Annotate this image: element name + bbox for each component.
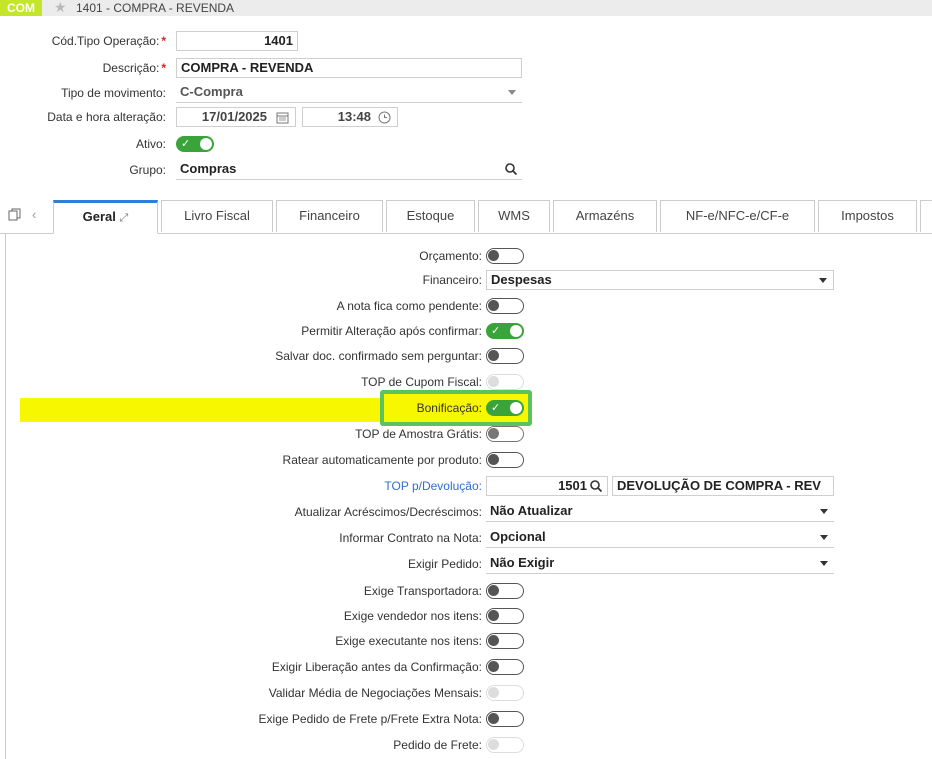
pedido-frete-toggle[interactable] <box>486 737 524 753</box>
data-input[interactable]: 17/01/2025 <box>176 107 296 127</box>
salvar-doc-toggle[interactable] <box>486 348 524 364</box>
expand-icon[interactable]: ⤢ <box>120 212 129 224</box>
exige-vendedor-label: Exige vendedor nos itens: <box>343 609 482 623</box>
exigir-pedido-label: Exigir Pedido: <box>407 557 482 571</box>
descricao-input[interactable]: COMPRA - REVENDA <box>176 58 522 78</box>
exige-pedido-frete-label: Exige Pedido de Frete p/Frete Extra Nota… <box>258 712 482 726</box>
exigir-pedido-select[interactable]: Não Exigir <box>486 554 834 574</box>
hora-value: 13:48 <box>337 109 371 124</box>
exige-vendedor-toggle[interactable] <box>486 608 524 624</box>
hora-input[interactable]: 13:48 <box>302 107 398 127</box>
tab-geral[interactable]: Geral ⤢ <box>53 200 158 234</box>
search-icon[interactable] <box>589 479 603 493</box>
informar-contrato-label: Informar Contrato na Nota: <box>339 531 482 545</box>
tab-impostos[interactable]: Impostos <box>818 200 917 232</box>
clock-icon[interactable] <box>378 111 391 124</box>
tipo-mov-value: C-Compra <box>180 84 243 99</box>
grupo-value: Compras <box>180 161 237 176</box>
tab-estoque[interactable]: Estoque <box>386 200 475 232</box>
permitir-alteracao-toggle[interactable]: ✓ <box>486 323 524 339</box>
chevron-down-icon <box>819 278 827 283</box>
pedido-frete-label: Pedido de Frete: <box>393 738 482 752</box>
financeiro-value: Despesas <box>491 272 552 287</box>
cod-tipo-label: Cód.Tipo Operação: * <box>51 34 166 48</box>
ratear-label: Ratear automaticamente por produto: <box>282 453 482 467</box>
ratear-toggle[interactable] <box>486 452 524 468</box>
atualizar-acresc-value: Não Atualizar <box>490 503 573 518</box>
grupo-input[interactable]: Compras <box>176 160 522 180</box>
chevron-left-icon[interactable]: ‹ <box>32 207 36 222</box>
exigir-liberacao-toggle[interactable] <box>486 659 524 675</box>
exigir-liberacao-label: Exigir Liberação antes da Confirmação: <box>271 660 482 674</box>
chevron-down-icon <box>820 535 828 540</box>
top-amostra-label: TOP de Amostra Grátis: <box>355 427 482 441</box>
top-cupom-label: TOP de Cupom Fiscal: <box>361 375 482 389</box>
atualizar-acresc-select[interactable]: Não Atualizar <box>486 502 834 522</box>
exige-executante-toggle[interactable] <box>486 633 524 649</box>
tab-nfe[interactable]: NF-e/NFC-e/CF-e <box>660 200 815 232</box>
window-title: 1401 - COMPRA - REVENDA <box>76 1 235 15</box>
check-icon: ✓ <box>491 402 501 414</box>
orcamento-label: Orçamento: <box>419 249 482 263</box>
exigir-pedido-value: Não Exigir <box>490 555 555 570</box>
data-value: 17/01/2025 <box>201 109 267 124</box>
grupo-label: Grupo: <box>129 163 166 177</box>
salvar-doc-label: Salvar doc. confirmado sem perguntar: <box>275 349 482 363</box>
exige-pedido-frete-toggle[interactable] <box>486 711 524 727</box>
window-titlebar: COM ★ 1401 - COMPRA - REVENDA <box>0 0 932 16</box>
tab-bar: ‹ Geral ⤢ Livro Fiscal Financeiro Estoqu… <box>0 200 932 234</box>
exige-transportadora-toggle[interactable] <box>486 583 524 599</box>
top-cupom-toggle[interactable] <box>486 374 524 390</box>
permitir-alteracao-label: Permitir Alteração após confirmar: <box>301 324 482 338</box>
tab-wms[interactable]: WMS <box>478 200 550 232</box>
bonificacao-toggle[interactable]: ✓ <box>486 400 524 416</box>
informar-contrato-select[interactable]: Opcional <box>486 528 834 548</box>
search-icon[interactable] <box>504 162 518 176</box>
module-badge: COM <box>0 0 42 16</box>
chevron-down-icon <box>820 561 828 566</box>
tab-livro-fiscal[interactable]: Livro Fiscal <box>161 200 273 232</box>
star-icon[interactable]: ★ <box>54 0 67 15</box>
panel-border <box>5 233 6 759</box>
financeiro-select[interactable]: Despesas <box>486 270 834 290</box>
nota-pendente-toggle[interactable] <box>486 298 524 314</box>
calendar-icon[interactable] <box>276 111 289 124</box>
top-devolucao-label[interactable]: TOP p/Devolução: <box>384 478 482 494</box>
tipo-mov-label: Tipo de movimento: <box>61 86 166 100</box>
validar-media-toggle[interactable] <box>486 685 524 701</box>
exige-executante-label: Exige executante nos itens: <box>335 634 482 648</box>
tab-more[interactable] <box>920 200 932 232</box>
ativo-label: Ativo: <box>135 137 166 151</box>
atualizar-acresc-label: Atualizar Acréscimos/Decréscimos: <box>294 505 482 519</box>
descricao-label: Descrição: * <box>102 61 166 75</box>
top-amostra-toggle[interactable] <box>486 426 524 442</box>
highlight-bar <box>20 398 386 422</box>
informar-contrato-value: Opcional <box>490 529 546 544</box>
chevron-down-icon <box>820 509 828 514</box>
financeiro-label: Financeiro: <box>422 273 482 287</box>
nota-pendente-label: A nota fica como pendente: <box>336 299 482 313</box>
cod-tipo-input[interactable]: 1401 <box>176 31 298 51</box>
top-devolucao-desc-input[interactable]: DEVOLUÇÃO DE COMPRA - REV <box>612 476 834 496</box>
check-icon: ✓ <box>181 138 191 150</box>
tab-armazens[interactable]: Armazéns <box>553 200 657 232</box>
check-icon: ✓ <box>491 325 501 337</box>
chevron-down-icon <box>508 90 516 95</box>
ativo-toggle[interactable]: ✓ <box>176 136 214 152</box>
top-devolucao-code-input[interactable]: 1501 <box>486 476 608 496</box>
top-devolucao-code: 1501 <box>558 478 587 493</box>
validar-media-label: Validar Média de Negociações Mensais: <box>268 686 482 700</box>
tipo-mov-select[interactable]: C-Compra <box>176 83 522 103</box>
copy-icon[interactable] <box>8 208 21 221</box>
tab-financeiro[interactable]: Financeiro <box>276 200 383 232</box>
exige-transportadora-label: Exige Transportadora: <box>363 584 482 598</box>
bonificacao-label: Bonificação: <box>416 400 482 416</box>
orcamento-toggle[interactable] <box>486 248 524 264</box>
data-label: Data e hora alteração: <box>47 110 166 124</box>
